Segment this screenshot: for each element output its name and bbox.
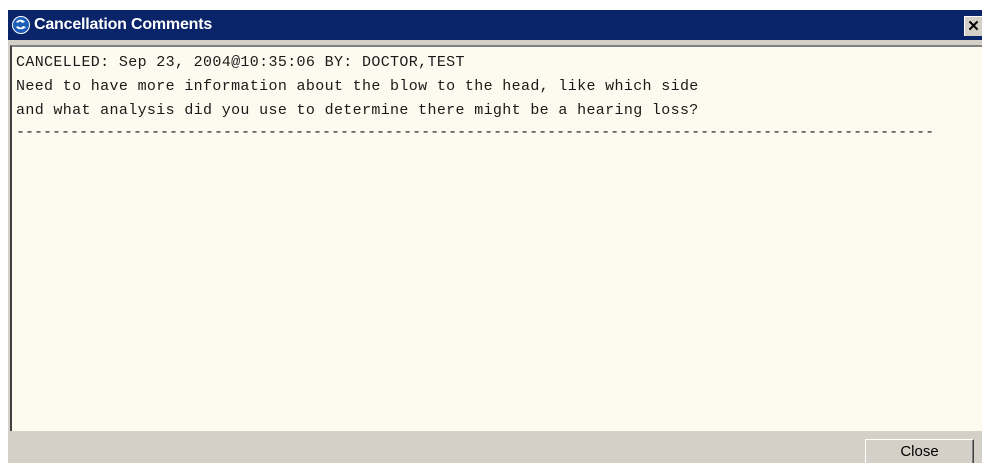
comments-memo[interactable]: CANCELLED: Sep 23, 2004@10:35:06 BY: DOC… bbox=[10, 45, 982, 431]
separator-line: ----------------------------------------… bbox=[16, 124, 935, 141]
comment-line: Need to have more information about the … bbox=[16, 78, 699, 95]
dialog-window: Cancellation Comments ✕ CANCELLED: Sep 2… bbox=[8, 10, 982, 463]
app-globe-icon bbox=[12, 16, 30, 34]
close-window-icon[interactable]: ✕ bbox=[964, 16, 982, 36]
title-bar[interactable]: Cancellation Comments ✕ bbox=[8, 10, 982, 40]
dialog-title: Cancellation Comments bbox=[34, 16, 213, 33]
comment-line: CANCELLED: Sep 23, 2004@10:35:06 BY: DOC… bbox=[16, 54, 465, 71]
comment-line: and what analysis did you use to determi… bbox=[16, 102, 699, 119]
close-button[interactable]: Close bbox=[865, 439, 974, 463]
